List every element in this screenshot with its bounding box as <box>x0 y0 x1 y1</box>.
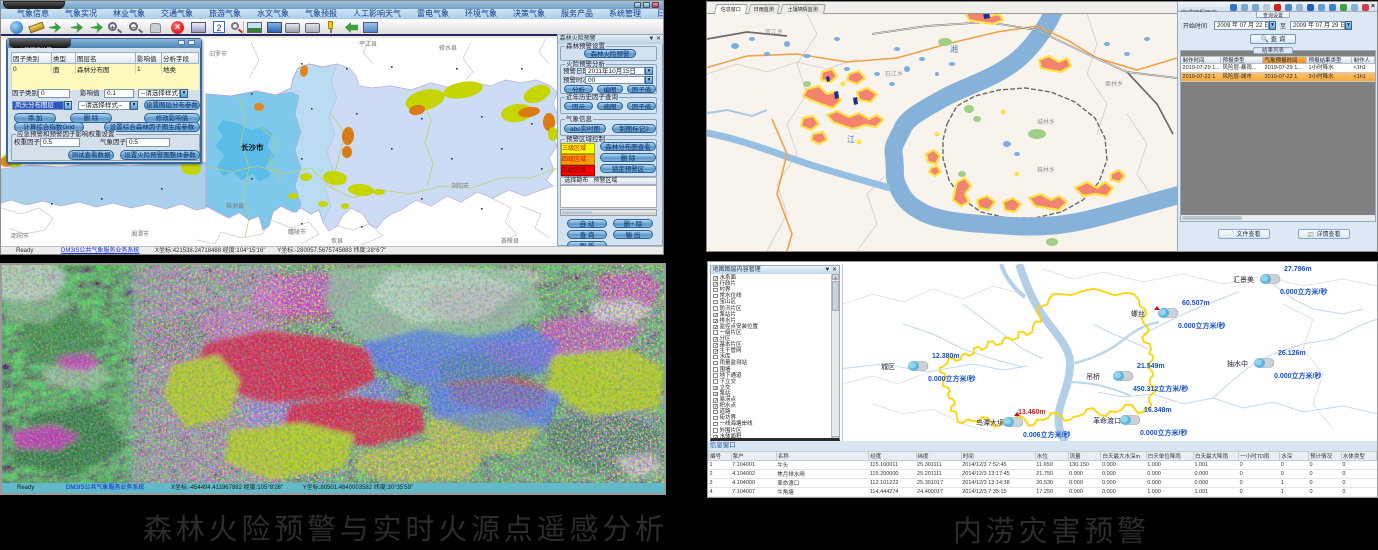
svg-text:吊桥: 吊桥 <box>1086 372 1100 381</box>
svg-text:0.000立方米/秒: 0.000立方米/秒 <box>1178 321 1225 330</box>
svg-text:60.507m: 60.507m <box>1182 300 1210 307</box>
svg-text:城林乡: 城林乡 <box>1037 118 1055 126</box>
svg-text:株林乡: 株林乡 <box>1037 166 1055 174</box>
svg-text:27.796m: 27.796m <box>1284 266 1312 273</box>
svg-text:0.006立方米/秒: 0.006立方米/秒 <box>1023 430 1070 439</box>
svg-text:21.549m: 21.549m <box>1137 363 1165 370</box>
svg-text:浏阳市: 浏阳市 <box>451 182 469 190</box>
svg-text:0.000立方米/秒: 0.000立方米/秒 <box>928 374 975 383</box>
svg-text:湘潭市: 湘潭市 <box>131 230 149 238</box>
svg-text:汇景美: 汇景美 <box>1233 275 1254 284</box>
svg-text:螺丝: 螺丝 <box>1131 309 1145 318</box>
svg-text:石江乡: 石江乡 <box>885 71 903 78</box>
svg-text:抽水中: 抽水中 <box>1227 359 1248 368</box>
svg-text:攸县: 攸县 <box>331 237 343 245</box>
svg-text:双江乡: 双江乡 <box>765 29 783 36</box>
svg-text:鸟潭大坝: 鸟潭大坝 <box>976 418 1004 427</box>
svg-text:革命渡口: 革命渡口 <box>1093 416 1121 425</box>
svg-text:汨罗市: 汨罗市 <box>209 50 227 58</box>
svg-text:茶陵县: 茶陵县 <box>501 237 519 245</box>
svg-text:0.000立方米/秒: 0.000立方米/秒 <box>1280 287 1327 296</box>
svg-text:邵阳市: 邵阳市 <box>11 232 29 240</box>
svg-text:栗林乡: 栗林乡 <box>1105 80 1123 88</box>
svg-text:12.380m: 12.380m <box>932 353 960 360</box>
svg-text:0.000立方米/秒: 0.000立方米/秒 <box>1140 428 1187 437</box>
svg-text:醴陵市: 醴陵市 <box>288 228 306 236</box>
svg-text:平江县: 平江县 <box>359 41 377 48</box>
svg-text:株洲县: 株洲县 <box>226 202 244 210</box>
svg-text:修水县: 修水县 <box>439 44 457 52</box>
svg-text:450.312立方米/秒: 450.312立方米/秒 <box>1133 384 1188 393</box>
svg-text:长沙市: 长沙市 <box>241 142 264 152</box>
svg-text:江: 江 <box>847 135 855 144</box>
svg-text:湘: 湘 <box>950 44 958 54</box>
svg-text:16.348m: 16.348m <box>1144 407 1172 414</box>
svg-text:城区: 城区 <box>881 363 895 371</box>
svg-text:13.460m: 13.460m <box>1018 409 1046 416</box>
svg-text:0.000立方米/秒: 0.000立方米/秒 <box>1274 371 1321 380</box>
svg-text:26.126m: 26.126m <box>1278 350 1306 357</box>
